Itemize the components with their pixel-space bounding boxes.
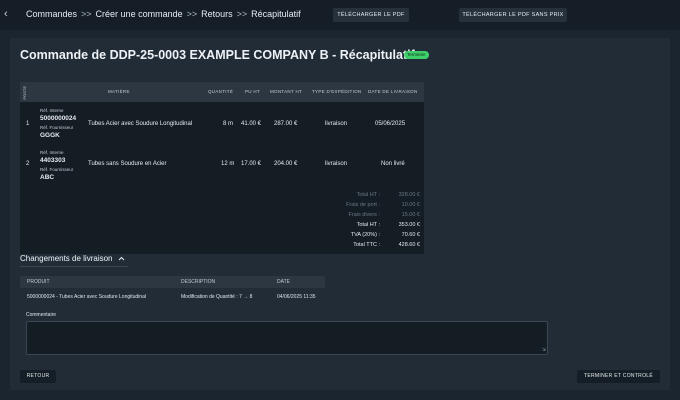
total-ttc-value: 428.60 € bbox=[398, 242, 420, 248]
section-divider bbox=[20, 266, 128, 267]
top-bar: ‹ Commandes >> Créer une commande >> Retours… bbox=[0, 0, 680, 30]
breadcrumb-separator: >> bbox=[186, 9, 198, 19]
tva-label: TVA (20%) : bbox=[350, 232, 380, 238]
header-date-livraison: DATE DE LIVRAISON bbox=[368, 89, 418, 94]
changes-title: Changements de livraison bbox=[20, 254, 113, 263]
row-date-livraison: Non livré bbox=[381, 161, 405, 167]
breadcrumb-item-creer-commande[interactable]: Créer une commande bbox=[96, 9, 183, 19]
breadcrumb-separator: >> bbox=[81, 9, 92, 19]
header-description: DESCRIPTION bbox=[181, 279, 216, 285]
row-quantite: 12 m bbox=[221, 161, 235, 167]
row-matiere: Tubes sans Soudure en Acier bbox=[88, 161, 167, 167]
breadcrumb-item-commandes[interactable]: Commandes bbox=[26, 9, 77, 19]
tva-value: 70.60 € bbox=[401, 232, 420, 238]
row-montant-ht: 287.00 € bbox=[274, 121, 298, 127]
breadcrumb-item-recapitulatif: Récapitulatif bbox=[251, 9, 301, 19]
breadcrumb-separator: >> bbox=[236, 9, 248, 19]
total-ttc-label: Total TTC : bbox=[353, 242, 380, 248]
ref-fournisseur-label: Réf. Fournisseur bbox=[40, 167, 74, 172]
breadcrumb: Commandes >> Créer une commande >> Retours >>… bbox=[26, 9, 305, 19]
download-pdf-button[interactable]: TÉLÉCHARGER LE PDF bbox=[333, 8, 409, 22]
row-date-livraison: 05/06/2025 bbox=[375, 121, 406, 127]
row-montant-ht: 204.00 € bbox=[274, 161, 298, 167]
ref-fournisseur: ABC bbox=[40, 174, 55, 181]
download-pdf-no-price-button[interactable]: TÉLÉCHARGER LE PDF SANS PRIX bbox=[459, 8, 567, 22]
frais-port-label: Frais de port : bbox=[346, 202, 380, 208]
ref-interne: 4403303 bbox=[40, 157, 66, 164]
total-ht-final-value: 353.00 € bbox=[398, 222, 420, 228]
header-type-expedition: TYPE D'EXPÉDITION bbox=[312, 89, 362, 94]
chevron-up-icon bbox=[118, 254, 125, 263]
row-poste: 2 bbox=[26, 161, 30, 167]
row-type-expedition: livraison bbox=[325, 161, 348, 167]
change-description: Modification de Quantité : 7 → 8 bbox=[181, 294, 253, 300]
header-produit: PRODUIT bbox=[27, 279, 50, 285]
frais-divers-value: 15.00 € bbox=[401, 212, 420, 218]
order-table: POSTE MATIÈRE QUANTITÉ PU HT MONTANT HT … bbox=[20, 82, 424, 254]
comment-textarea[interactable]: ⇲ bbox=[26, 321, 548, 355]
ref-fournisseur-label: Réf. Fournisseur bbox=[40, 125, 74, 130]
total-ht-label: Total HT : bbox=[356, 192, 380, 198]
row-quantite: 8 m bbox=[223, 121, 234, 127]
change-date: 04/06/2025 11:35 bbox=[277, 294, 316, 300]
header-poste: POSTE bbox=[22, 86, 27, 100]
breadcrumb-item-retours[interactable]: Retours bbox=[201, 9, 233, 19]
ref-interne-label: Réf. Interne bbox=[40, 108, 64, 113]
total-ht-final-label: Total HT : bbox=[356, 222, 380, 228]
row-pu-ht: 41.00 € bbox=[241, 121, 262, 127]
row-poste: 1 bbox=[26, 121, 30, 127]
row-pu-ht: 17.00 € bbox=[241, 161, 262, 167]
header-date: DATE bbox=[277, 279, 290, 285]
header-quantite: QUANTITÉ bbox=[208, 89, 234, 94]
changes-table-header: PRODUIT DESCRIPTION DATE bbox=[20, 276, 325, 288]
ref-interne: 5000000024 bbox=[40, 115, 77, 122]
order-table-header: POSTE MATIÈRE QUANTITÉ PU HT MONTANT HT … bbox=[20, 82, 424, 102]
comment-label: Commentaire bbox=[26, 312, 57, 318]
changes-section-header[interactable]: Changements de livraison bbox=[20, 254, 125, 263]
page-title: Commande de DDP-25-0003 EXAMPLE COMPANY … bbox=[20, 48, 415, 62]
ref-fournisseur: GGGK bbox=[40, 132, 60, 139]
status-badge: Terminée bbox=[404, 51, 429, 59]
resize-handle-icon[interactable]: ⇲ bbox=[542, 347, 546, 353]
back-arrow-icon[interactable]: ‹ bbox=[4, 8, 8, 20]
header-matiere: MATIÈRE bbox=[108, 89, 130, 94]
back-button[interactable]: RETOUR bbox=[20, 370, 56, 383]
table-row: 5000000024 - Tubes Acier avec Soudure Lo… bbox=[20, 290, 325, 304]
header-pu-ht: PU HT bbox=[245, 89, 260, 94]
finish-controlled-button[interactable]: TERMINER ET CONTROLÉ bbox=[577, 370, 660, 383]
frais-divers-label: Frais divers : bbox=[348, 212, 380, 218]
row-type-expedition: livraison bbox=[325, 121, 348, 127]
header-montant-ht: MONTANT HT bbox=[270, 89, 303, 94]
total-ht-value: 328.00 € bbox=[398, 192, 420, 198]
change-produit: 5000000024 - Tubes Acier avec Soudure Lo… bbox=[27, 294, 146, 300]
frais-port-value: 10.00 € bbox=[401, 202, 420, 208]
ref-interne-label: Réf. Interne bbox=[40, 150, 64, 155]
row-matiere: Tubes Acier avec Soudure Longitudinal bbox=[88, 121, 193, 127]
